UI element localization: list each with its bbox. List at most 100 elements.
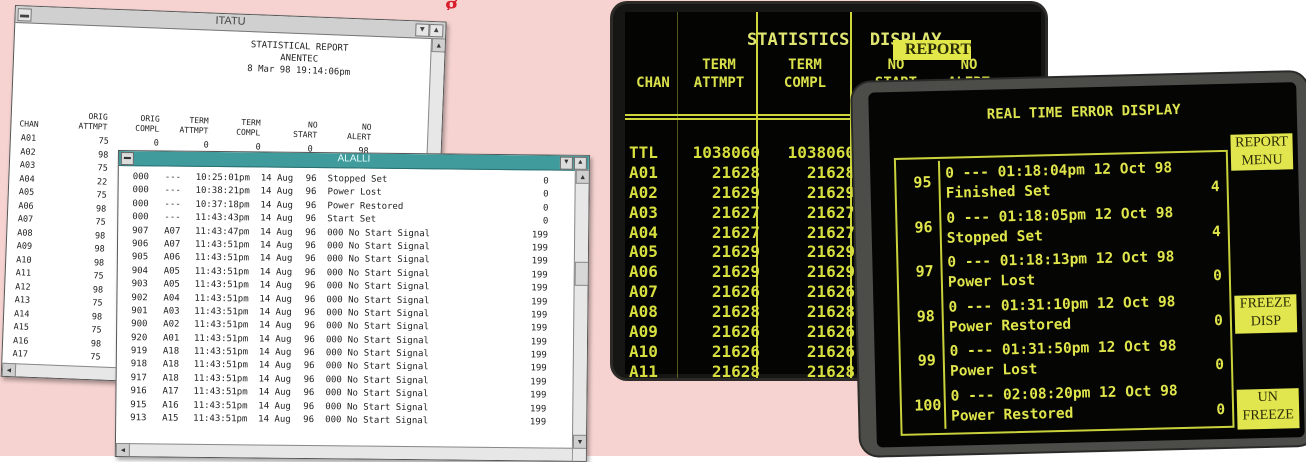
log-channel: A07 [164,226,180,236]
scroll-up-icon[interactable]: ▲ [576,170,590,184]
scroll-left-icon[interactable]: ◀ [116,443,130,457]
value-cell: 98 [74,257,104,268]
log-message: 000 No Start Signal [326,362,429,373]
stat-header-line-1: TERM [679,57,759,75]
chan-cell: A09 [17,241,33,252]
table-row: A0775 [17,214,18,227]
log-date: 14 Aug [260,200,293,210]
log-channel: A15 [162,414,178,424]
log-channel: A18 [163,347,179,357]
log-code: 919 [131,346,147,356]
count-cell: 21626 [675,342,760,361]
log-time: 11:43:51pm [194,293,248,304]
column-header: NOALERT [327,121,372,143]
value-cell: 98 [73,284,103,295]
count-cell: 21629 [675,242,760,261]
table-row: A1698 [13,336,14,349]
log-message: Start Set [327,214,376,225]
channel-cell: A08 [629,302,658,321]
count-cell: 21629 [675,183,760,202]
log-date: 14 Aug [260,214,293,224]
scroll-up-icon[interactable]: ▲ [432,38,447,53]
column-header-line: START [273,129,317,141]
log-message: 000 No Start Signal [326,308,429,319]
log-code: 900 [131,319,147,329]
log-year: 96 [305,281,316,291]
count-cell: 21626 [770,322,855,341]
log-code: 907 [132,226,148,236]
freeze-display-label-2: DISP [1235,312,1297,332]
log-time: 11:43:51pm [194,307,248,318]
column-header: NOSTART [273,119,318,141]
log-value: 199 [511,364,547,374]
log-horizontal-scrollbar[interactable]: ◀ [116,443,572,461]
chan-cell: A11 [16,268,32,279]
value-cell: 98 [78,149,108,160]
log-vertical-scrollbar[interactable]: ▲ ▼ [572,170,589,461]
log-message: 000 No Start Signal [325,388,428,399]
value-cell: 98 [75,230,105,241]
alarm-log-window[interactable]: ▬ ALALLI ▼ ▲ 000---10:25:01pm14 Aug96Sto… [115,150,590,462]
value-cell: 75 [72,297,102,308]
table-row: A1575 [13,322,14,335]
table-row: A1175 [15,268,16,281]
error-display-title: REAL TIME ERROR DISPLAY [987,102,1181,123]
log-year: 96 [305,214,316,224]
report-header: STATISTICAL REPORT ANENTEC 8 Mar 98 19:1… [228,38,369,79]
log-date: 14 Aug [259,374,292,384]
table-row: A0175000098 [21,133,22,146]
log-date: 14 Aug [258,401,291,411]
log-channel: --- [165,186,181,196]
error-value: 0 [1215,357,1224,373]
log-time: 10:25:01pm [196,173,250,184]
report-menu-label-1: REPORT [1230,133,1292,153]
log-channel: A03 [163,306,179,316]
log-date: 14 Aug [261,187,294,197]
log-message: 000 No Start Signal [325,402,428,413]
log-channel: A16 [162,400,178,410]
count-cell: 21627 [770,203,855,222]
chan-cell: A12 [15,282,31,293]
log-time: 11:43:51pm [194,347,248,358]
minimize-icon[interactable]: ▼ [415,23,429,37]
log-year: 96 [305,201,316,211]
count-cell: 21627 [770,223,855,242]
log-time: 11:43:51pm [194,333,248,344]
scroll-thumb[interactable] [575,262,589,286]
log-date: 14 Aug [259,334,292,344]
value-cell: 0 [129,137,159,148]
maximize-icon[interactable]: ▲ [574,157,587,170]
error-value: 0 [1214,313,1223,329]
scroll-left-icon[interactable]: ◀ [2,363,17,378]
unfreeze-button[interactable]: UN FREEZE [1237,388,1300,430]
minimize-icon[interactable]: ▼ [560,157,573,170]
log-message: 000 No Start Signal [326,321,429,332]
channel-cell: A09 [629,322,658,341]
table-row: A0698 [18,201,19,214]
log-time: 11:43:47pm [195,226,249,237]
count-cell: 21626 [770,342,855,361]
scroll-down-icon[interactable]: ▼ [573,435,587,449]
log-channel: A07 [164,239,180,249]
freeze-display-button[interactable]: FREEZE DISP [1234,294,1297,334]
log-value: 199 [512,230,548,240]
log-time: 11:43:51pm [194,360,248,371]
chan-cell: A05 [19,187,35,198]
chan-cell: A08 [17,228,33,239]
report-menu-button[interactable]: REPORT MENU [1230,133,1293,171]
log-message: 000 No Start Signal [327,228,430,239]
count-cell: 21627 [675,203,760,222]
log-titlebar[interactable]: ▬ ALALLI ▼ ▲ [119,151,589,171]
count-cell: 21628 [770,362,855,381]
log-code: 000 [133,172,149,182]
log-channel: A01 [163,333,179,343]
log-date: 14 Aug [259,361,292,371]
maximize-icon[interactable]: ▲ [429,24,443,38]
value-cell: 98 [72,311,102,322]
log-channel: --- [164,213,180,223]
channel-cell: TTL [629,143,658,162]
log-code: 000 [132,212,148,222]
value-cell: 98 [76,203,106,214]
log-message: 000 No Start Signal [327,255,430,266]
column-header-line: COMPL [115,123,159,135]
